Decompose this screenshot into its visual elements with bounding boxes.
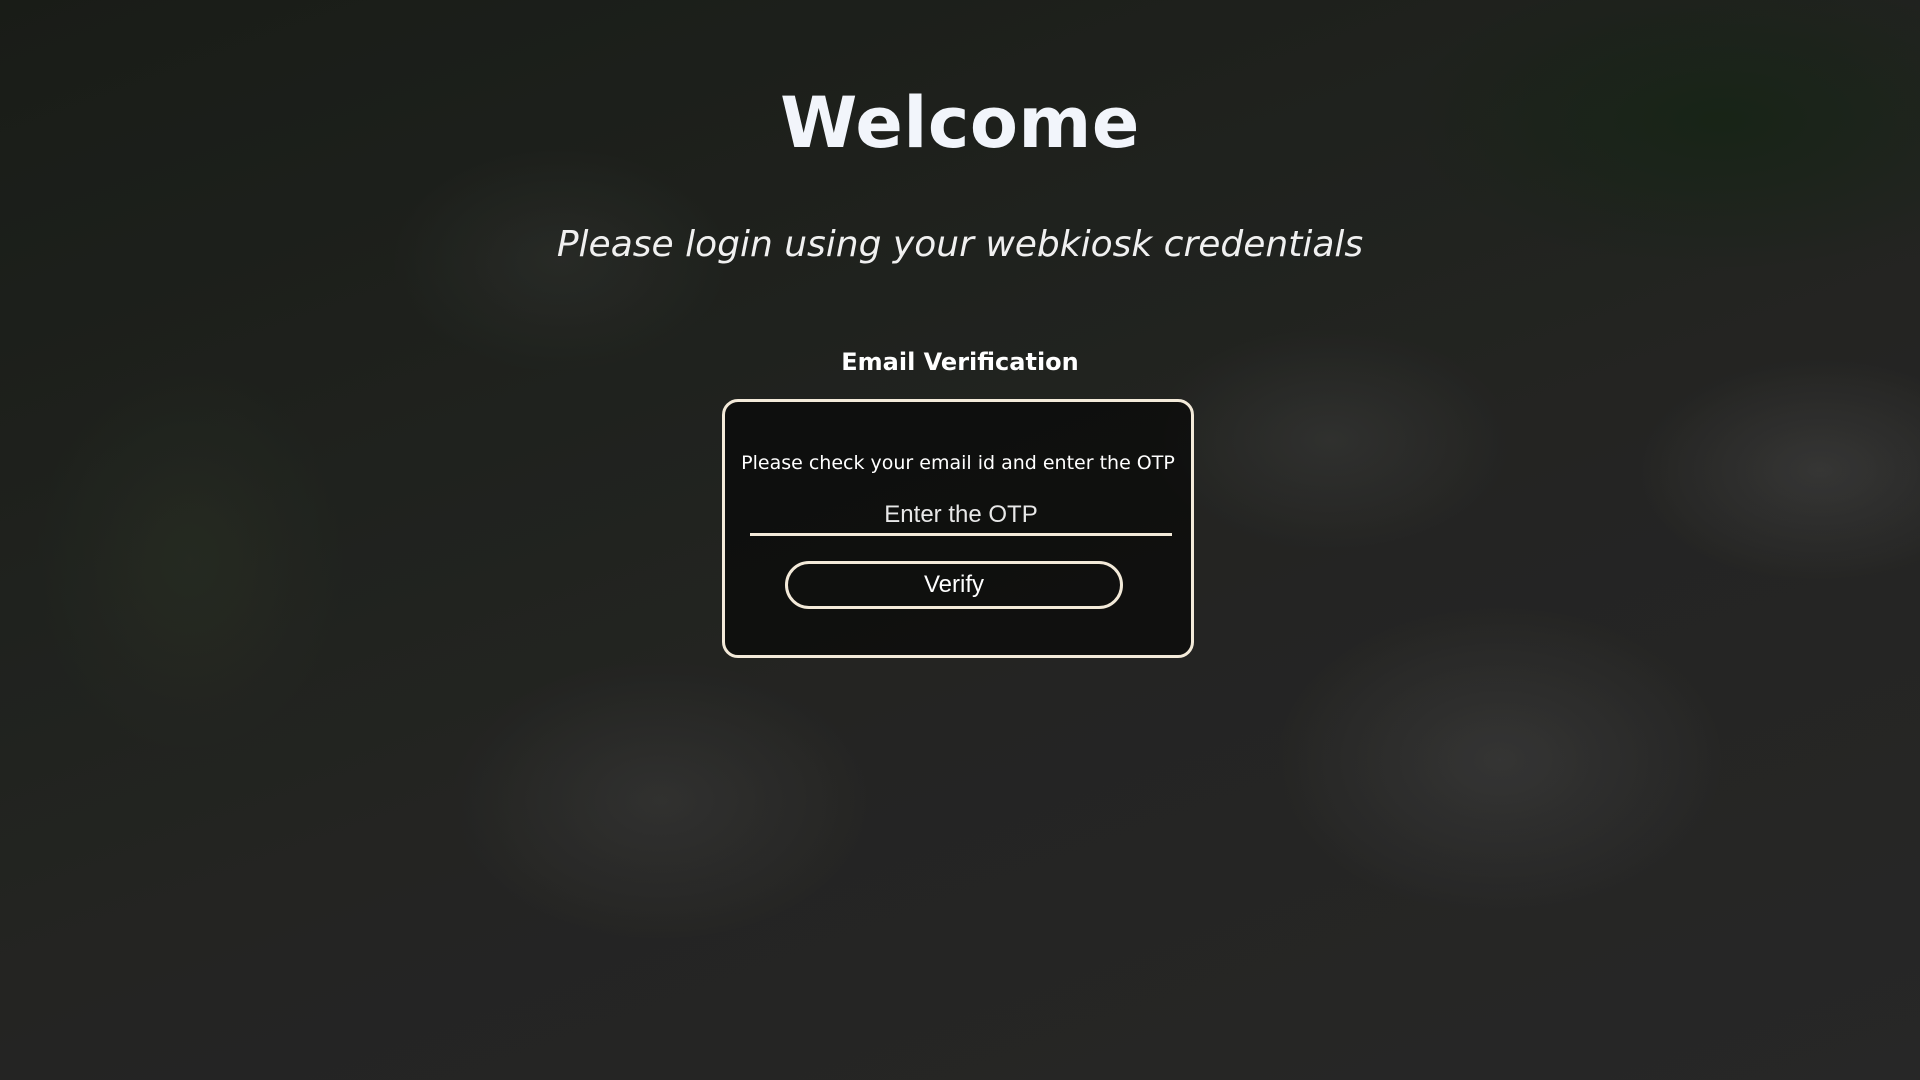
otp-instruction-text: Please check your email id and enter the… xyxy=(741,452,1175,474)
email-verification-heading: Email Verification xyxy=(841,348,1079,376)
login-content: Welcome Please login using your webkiosk… xyxy=(0,0,1920,1080)
otp-input[interactable] xyxy=(750,496,1172,536)
page-title: Welcome xyxy=(780,82,1140,164)
verify-button[interactable]: Verify xyxy=(785,561,1123,609)
login-page: Welcome Please login using your webkiosk… xyxy=(0,0,1920,1080)
page-subtitle: Please login using your webkiosk credent… xyxy=(556,224,1364,265)
otp-verification-card: Please check your email id and enter the… xyxy=(722,399,1194,658)
